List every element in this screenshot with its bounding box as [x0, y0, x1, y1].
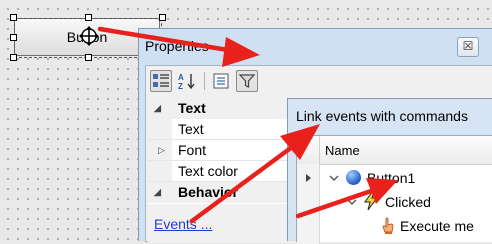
event-command-tree: Name Button1 Clicked Execute me	[296, 135, 492, 244]
row-gutter	[148, 119, 172, 139]
properties-toolbar: A Z	[146, 66, 492, 96]
property-pages-button[interactable]	[210, 70, 232, 92]
row-gutter	[148, 161, 172, 181]
filter-events-icon	[238, 74, 256, 88]
header-gutter	[297, 136, 320, 164]
collapse-triangle-icon[interactable]: ◢	[154, 98, 161, 119]
category-label: Behavior	[178, 184, 238, 200]
column-header-name[interactable]: Name	[325, 143, 360, 158]
tree-row-clicked[interactable]: Clicked	[297, 190, 492, 214]
property-row-text-color[interactable]: Text color	[148, 161, 298, 182]
events-filter-button[interactable]	[236, 70, 258, 92]
expand-triangle-icon[interactable]: ▷	[158, 140, 165, 161]
category-row-text[interactable]: ◢ Text	[148, 98, 298, 119]
property-label: Text	[178, 121, 204, 137]
property-grid: ◢ Text Text ▷ Font Text color ◢ Behavior	[148, 98, 298, 204]
close-icon: ☒	[462, 39, 474, 53]
link-events-dialog: Link events with commands Name Button1 C…	[287, 98, 492, 244]
chevron-down-icon[interactable]	[329, 173, 339, 183]
tree-header: Name	[297, 136, 492, 165]
property-label: Font	[178, 142, 207, 158]
tree-item-label: Button1	[367, 170, 416, 186]
property-row-font[interactable]: ▷ Font	[148, 140, 298, 161]
resize-handle-s[interactable]	[85, 54, 92, 61]
property-row-text[interactable]: Text	[148, 119, 298, 140]
categorized-view-button[interactable]	[150, 70, 172, 92]
svg-text:A: A	[178, 73, 184, 82]
resize-handle-n[interactable]	[85, 14, 92, 21]
resize-handle-w[interactable]	[10, 34, 17, 41]
collapse-triangle-icon[interactable]: ◢	[154, 182, 161, 203]
toolbar-separator	[204, 72, 205, 90]
chevron-down-icon[interactable]	[347, 197, 357, 207]
resize-handle-sw[interactable]	[10, 54, 17, 61]
close-button[interactable]: ☒	[457, 37, 479, 57]
events-link[interactable]: Events ...	[154, 216, 212, 232]
resize-handle-ne[interactable]	[159, 14, 166, 21]
alphabetical-icon: A Z	[178, 73, 195, 91]
events-link-area: Events ...	[148, 208, 298, 243]
current-row-arrow-icon	[306, 174, 311, 182]
tree-row-button1[interactable]: Button1	[297, 166, 492, 190]
link-dialog-title: Link events with commands	[296, 108, 468, 124]
categorized-icon	[153, 74, 169, 87]
property-label: Text color	[178, 163, 238, 179]
lightning-icon	[364, 191, 378, 211]
tree-row-execute-me[interactable]: Execute me	[297, 214, 492, 238]
blue-circle-icon	[346, 170, 361, 185]
category-row-behavior[interactable]: ◢ Behavior	[148, 182, 298, 203]
alphabetical-view-button[interactable]: A Z	[176, 70, 198, 92]
category-label: Text	[178, 100, 206, 116]
resize-handle-nw[interactable]	[10, 14, 17, 21]
hand-icon	[382, 217, 394, 234]
tree-item-label: Execute me	[400, 218, 474, 234]
property-pages-icon	[213, 73, 229, 89]
tree-item-label: Clicked	[385, 194, 431, 210]
move-cursor-icon	[79, 26, 99, 46]
svg-text:Z: Z	[178, 82, 183, 91]
properties-title: Properties	[145, 38, 209, 54]
